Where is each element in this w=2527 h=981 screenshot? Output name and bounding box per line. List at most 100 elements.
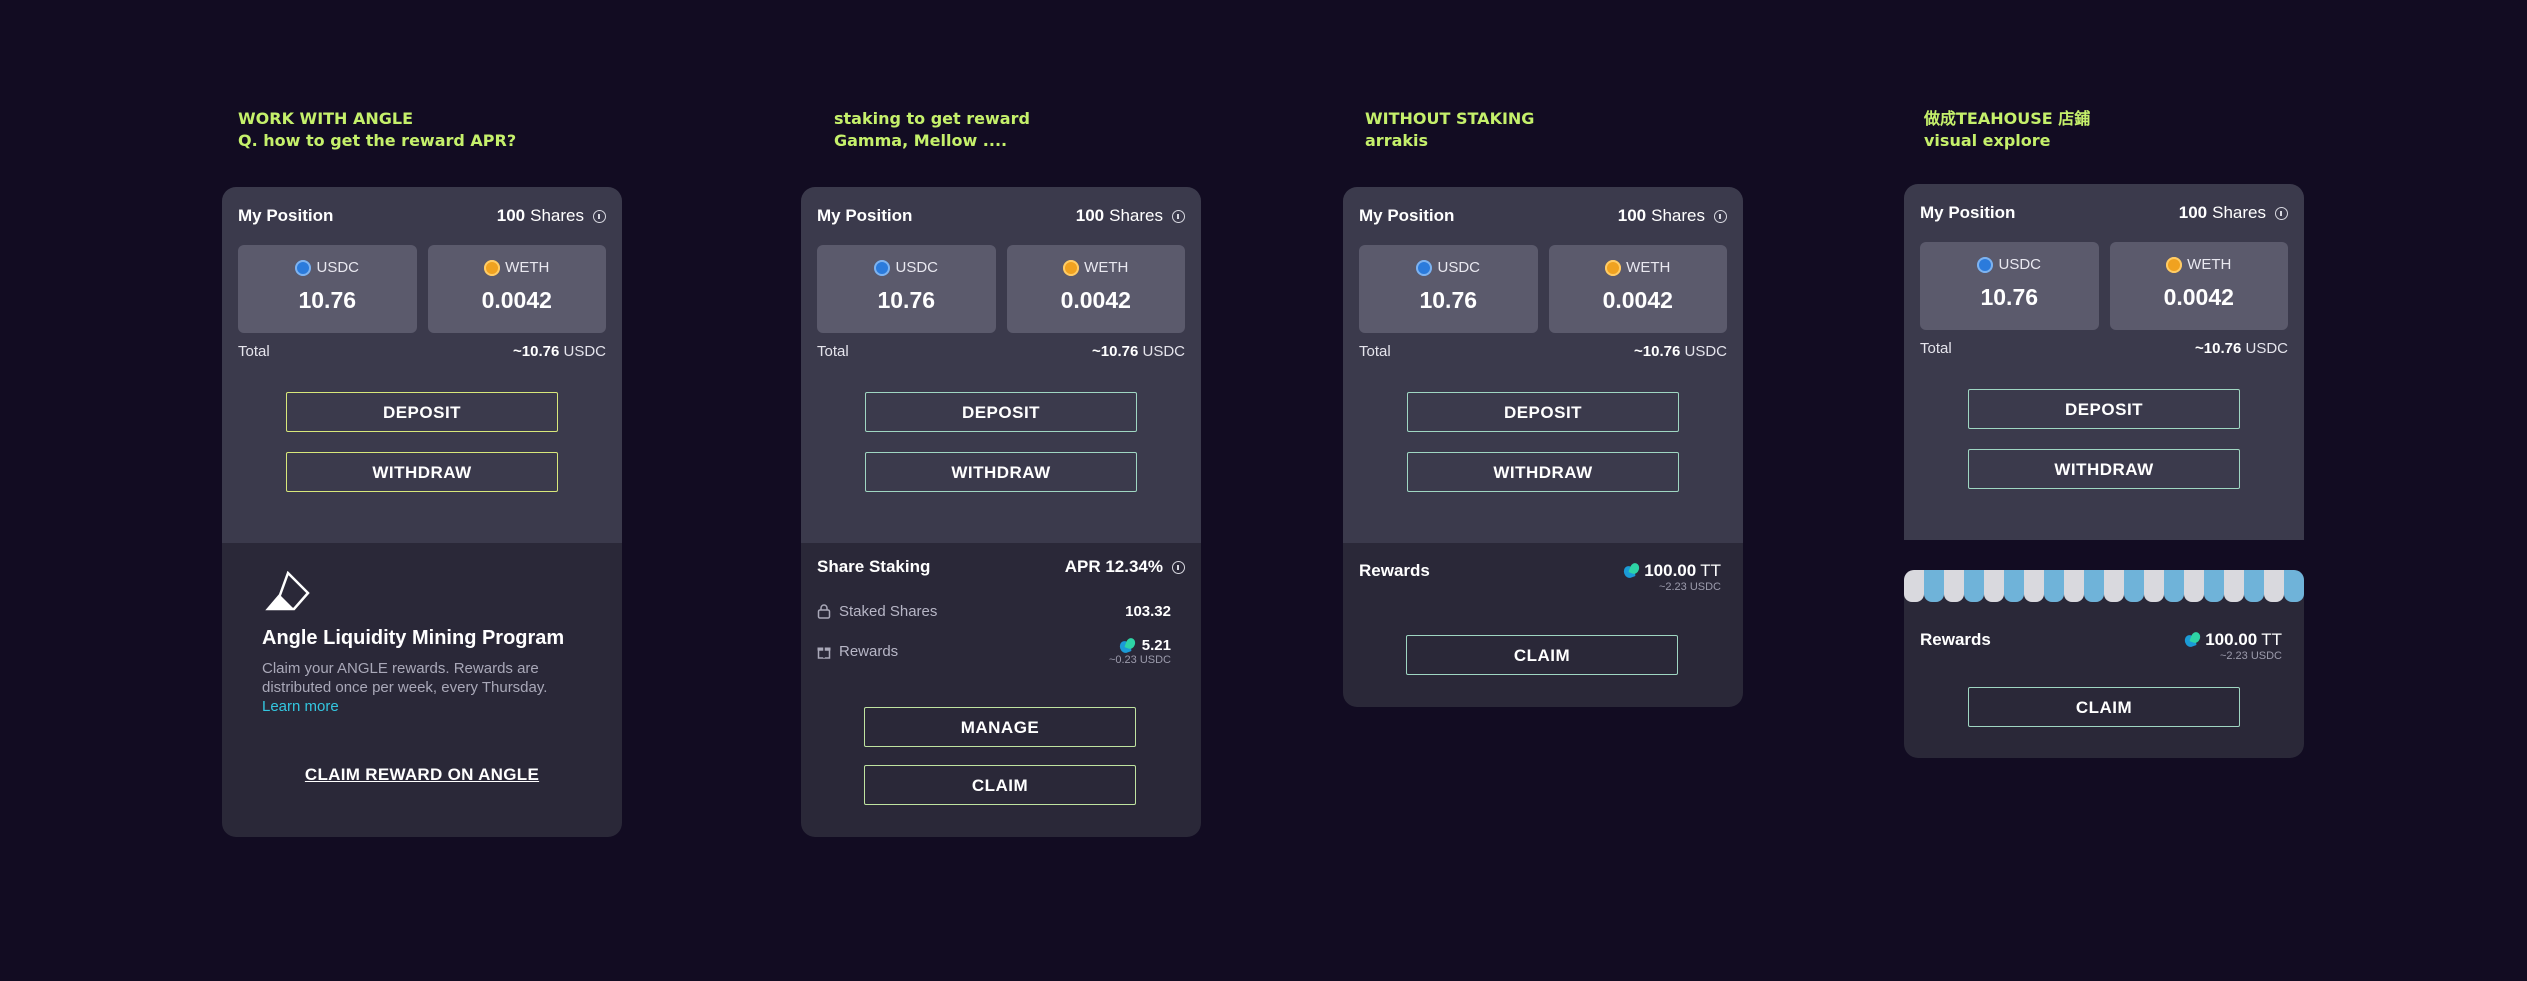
claim-reward-on-angle-link[interactable]: CLAIM REWARD ON ANGLE: [222, 765, 622, 785]
weth-coin-icon: [1063, 259, 1080, 276]
card-rewards: My Position 100 Shares USDC 10.76 WETH 0.…: [1343, 187, 1743, 707]
withdraw-button[interactable]: WITHDRAW: [865, 452, 1137, 492]
usdc-value: 10.76: [298, 287, 357, 313]
total-amount: ~10.76: [1634, 343, 1681, 360]
claim-button[interactable]: CLAIM: [1968, 687, 2240, 727]
weth-coin-icon: [2166, 256, 2183, 273]
weth-label: WETH: [505, 259, 550, 276]
weth-value: 0.0042: [481, 287, 552, 313]
claim-button[interactable]: CLAIM: [1406, 635, 1678, 675]
usdc-value: 10.76: [877, 287, 936, 313]
angle-logo-icon: [265, 571, 310, 611]
position-title: My Position: [238, 206, 334, 225]
tt-token-icon: [2185, 632, 2201, 648]
shares-label: Shares: [1109, 206, 1163, 225]
note-4: 做成TEAHOUSE 店鋪 visual explore: [1924, 108, 2090, 152]
total-value: ~10.76 USDC: [513, 343, 606, 360]
withdraw-button[interactable]: WITHDRAW: [286, 452, 558, 492]
shares-count: 100: [496, 206, 526, 225]
usdc-label: USDC: [316, 259, 359, 276]
weth-token-box: WETH 0.0042: [2109, 242, 2288, 330]
shares-count: 100: [1617, 206, 1647, 225]
rewards-usd: ~2.23 USDC: [1658, 581, 1721, 593]
position-panel: My Position 100 Shares USDC 10.76 WETH 0.…: [1343, 187, 1743, 543]
total-unit: USDC: [2245, 340, 2288, 357]
rewards-usd: ~2.23 USDC: [2219, 650, 2282, 662]
note-1: WORK WITH ANGLE Q. how to get the reward…: [238, 108, 516, 152]
position-title: My Position: [817, 206, 913, 225]
info-icon[interactable]: [1714, 209, 1727, 223]
deposit-button[interactable]: DEPOSIT: [865, 392, 1137, 432]
card-teahouse: My Position 100 Shares USDC 10.76 WETH 0.…: [1904, 184, 2304, 758]
usdc-label: USDC: [1998, 256, 2041, 273]
staking-title: Share Staking: [817, 557, 931, 576]
position-title: My Position: [1359, 206, 1455, 225]
position-panel: My Position 100 Shares USDC 10.76 WETH 0.…: [1904, 184, 2304, 540]
tt-token-icon: [1120, 638, 1136, 654]
weth-label: WETH: [1626, 259, 1671, 276]
shares-label: Shares: [530, 206, 584, 225]
shares-display: 100 Shares: [1076, 206, 1185, 226]
usdc-token-box: USDC 10.76: [1359, 245, 1538, 333]
note-3-line1: WITHOUT STAKING: [1365, 109, 1535, 128]
position-title: My Position: [1920, 203, 2016, 222]
note-1-line2: Q. how to get the reward APR?: [238, 131, 517, 150]
info-icon[interactable]: [1172, 209, 1185, 223]
note-2-line1: staking to get reward: [834, 109, 1030, 128]
rewards-panel: Rewards 100.00 TT ~2.23 USDC CLAIM: [1343, 543, 1743, 707]
usdc-value: 10.76: [1419, 287, 1478, 313]
info-icon[interactable]: [593, 209, 606, 223]
usdc-coin-icon: [1977, 256, 1994, 273]
withdraw-button[interactable]: WITHDRAW: [1407, 452, 1679, 492]
usdc-coin-icon: [874, 259, 891, 276]
info-icon[interactable]: [1172, 560, 1185, 574]
total-value: ~10.76 USDC: [1634, 343, 1727, 360]
deposit-button[interactable]: DEPOSIT: [1407, 392, 1679, 432]
manage-button[interactable]: MANAGE: [864, 707, 1136, 747]
weth-coin-icon: [1605, 259, 1622, 276]
total-label: Total: [1359, 343, 1391, 360]
shares-display: 100 Shares: [497, 206, 606, 226]
teahouse-rewards-panel: Rewards 100.00 TT ~2.23 USDC CLAIM: [1904, 570, 2304, 758]
info-icon[interactable]: [2275, 206, 2288, 220]
claim-button[interactable]: CLAIM: [864, 765, 1136, 805]
note-3-line2: arrakis: [1365, 131, 1429, 150]
total-label: Total: [817, 343, 849, 360]
shares-display: 100 Shares: [1618, 206, 1727, 226]
rewards-value: 5.21: [1141, 637, 1171, 654]
rewards-title: Rewards: [1920, 630, 1991, 649]
total-unit: USDC: [1684, 343, 1727, 360]
angle-description: Claim your ANGLE rewards. Rewards are di…: [262, 659, 592, 716]
gift-icon: [817, 647, 831, 659]
note-2: staking to get reward Gamma, Mellow ....: [834, 108, 1030, 152]
deposit-button[interactable]: DEPOSIT: [1968, 389, 2240, 429]
angle-program-title: Angle Liquidity Mining Program: [262, 627, 565, 649]
tt-token-icon: [1624, 563, 1640, 579]
staked-shares-label: Staked Shares: [839, 603, 938, 620]
usdc-label: USDC: [895, 259, 938, 276]
rewards-amount: 100.00: [1644, 561, 1697, 580]
withdraw-button[interactable]: WITHDRAW: [1968, 449, 2240, 489]
weth-label: WETH: [2187, 256, 2232, 273]
note-4-line1: 做成TEAHOUSE 店鋪: [1924, 109, 2091, 128]
deposit-button[interactable]: DEPOSIT: [286, 392, 558, 432]
usdc-token-box: USDC 10.76: [1920, 242, 2099, 330]
note-4-line2: visual explore: [1924, 131, 2051, 150]
total-label: Total: [1920, 340, 1952, 357]
shares-label: Shares: [2212, 203, 2266, 222]
note-3: WITHOUT STAKING arrakis: [1365, 108, 1534, 152]
total-unit: USDC: [563, 343, 606, 360]
usdc-value: 10.76: [1980, 284, 2039, 310]
total-unit: USDC: [1142, 343, 1185, 360]
learn-more-link[interactable]: Learn more: [262, 698, 339, 715]
shares-display: 100 Shares: [2179, 203, 2288, 223]
card-staking: My Position 100 Shares USDC 10.76 WETH 0.…: [801, 187, 1201, 837]
rewards-unit: TT: [1700, 561, 1721, 580]
lock-icon: [817, 604, 831, 619]
total-amount: ~10.76: [2195, 340, 2242, 357]
angle-desc-text: Claim your ANGLE rewards. Rewards are di…: [262, 660, 548, 696]
shares-count: 100: [2178, 203, 2208, 222]
total-label: Total: [238, 343, 270, 360]
weth-label: WETH: [1084, 259, 1129, 276]
awning-stripes: [1904, 570, 2304, 610]
